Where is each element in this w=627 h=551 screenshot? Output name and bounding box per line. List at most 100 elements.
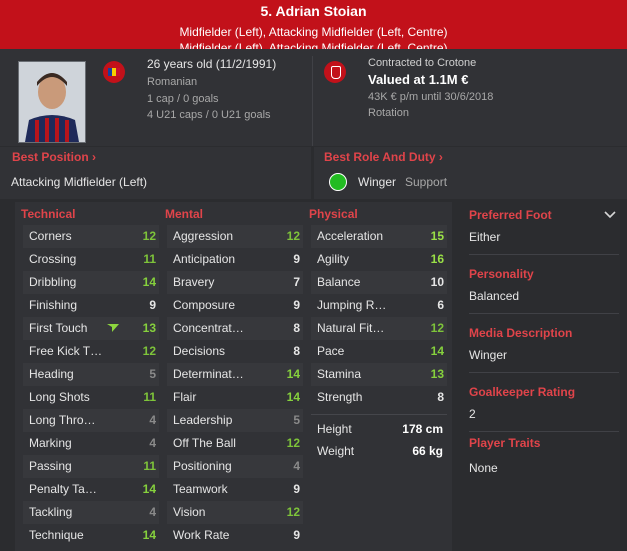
attribute-name: Aggression <box>173 229 234 243</box>
physical-heading: Physical <box>309 207 358 221</box>
personality-label: Personality <box>469 267 534 281</box>
romania-flag-icon[interactable] <box>103 61 125 83</box>
attribute-name: Long Thro… <box>29 413 96 427</box>
technical-attribute-row[interactable]: Long Thro… 4 <box>23 409 159 432</box>
physical-attribute-row[interactable]: Pace 14 <box>311 340 447 363</box>
mental-attribute-row[interactable]: Leadership 5 <box>167 409 303 432</box>
technical-attribute-row[interactable]: Passing 11 <box>23 455 159 478</box>
attribute-value: 12 <box>286 436 300 450</box>
technical-attribute-row[interactable]: Corners 12 <box>23 225 159 248</box>
attribute-value: 7 <box>293 275 300 289</box>
preferred-foot-label: Preferred Foot <box>469 208 552 222</box>
panel-divider <box>312 56 313 146</box>
attribute-name: Dribbling <box>29 275 77 289</box>
attribute-name: Long Shots <box>29 390 90 404</box>
attribute-name: Penalty Ta… <box>29 482 97 496</box>
technical-attribute-row[interactable]: Marking 4 <box>23 432 159 455</box>
weight-label: Weight <box>317 444 355 458</box>
side-divider <box>469 254 619 255</box>
goalkeeper-rating-label: Goalkeeper Rating <box>469 385 576 399</box>
physical-attribute-row[interactable]: Acceleration 15 <box>311 225 447 248</box>
mental-attribute-row[interactable]: Off The Ball 12 <box>167 432 303 455</box>
mental-attribute-row[interactable]: Vision 12 <box>167 501 303 524</box>
attribute-value: 4 <box>149 436 156 450</box>
technical-attribute-row[interactable]: Crossing 11 <box>23 248 159 271</box>
media-description-label: Media Description <box>469 326 573 340</box>
technical-attribute-row[interactable]: Penalty Ta… 14 <box>23 478 159 501</box>
physical-attribute-row[interactable]: Agility 16 <box>311 248 447 271</box>
attribute-name: Leadership <box>173 413 233 427</box>
attribute-name: Pace <box>317 344 345 358</box>
attribute-name: Bravery <box>173 275 215 289</box>
technical-attribute-row[interactable]: Technique 14 <box>23 524 159 547</box>
mental-heading: Mental <box>165 207 204 221</box>
technical-attribute-row[interactable]: Dribbling 14 <box>23 271 159 294</box>
attribute-name: Positioning <box>173 459 232 473</box>
player-traits-value: None <box>469 461 498 475</box>
mental-attribute-row[interactable]: Teamwork 9 <box>167 478 303 501</box>
attribute-value: 5 <box>293 413 300 427</box>
mental-attribute-row[interactable]: Anticipation 9 <box>167 248 303 271</box>
technical-attribute-row[interactable]: Free Kick T… 12 <box>23 340 159 363</box>
physical-attribute-row[interactable]: Jumping R… 6 <box>311 294 447 317</box>
attribute-name: Technique <box>29 528 84 542</box>
attribute-value: 9 <box>149 298 156 312</box>
attribute-value: 9 <box>293 252 300 266</box>
attribute-value: 16 <box>430 252 444 266</box>
mental-attribute-row[interactable]: Determinat… 14 <box>167 363 303 386</box>
attribute-value: 8 <box>293 321 300 335</box>
player-age: 26 years old (11/2/1991) <box>147 57 277 71</box>
player-info-sidebar: Preferred Foot Either Personality Balanc… <box>458 202 627 551</box>
physical-attribute-row[interactable]: Natural Fit… 12 <box>311 317 447 340</box>
contract-club[interactable]: Contracted to Crotone <box>368 57 476 69</box>
attribute-value: 14 <box>430 344 444 358</box>
physical-attribute-row[interactable]: Stamina 13 <box>311 363 447 386</box>
chevron-down-icon[interactable] <box>604 210 616 220</box>
technical-attribute-row[interactable]: Long Shots 11 <box>23 386 159 409</box>
best-role-link[interactable]: Best Role And Duty › <box>324 150 443 164</box>
attribute-name: Passing <box>29 459 72 473</box>
attribute-name: Teamwork <box>173 482 228 496</box>
club-crest-icon[interactable] <box>324 61 346 83</box>
player-positions-overflow: Midfielder (Left), Attacking Midfielder … <box>179 41 448 49</box>
mental-attribute-row[interactable]: Composure 9 <box>167 294 303 317</box>
attribute-name: Acceleration <box>317 229 384 243</box>
contract-wage: 43K € p/m until 30/6/2018 <box>368 91 494 103</box>
attribute-name: Tackling <box>29 505 73 519</box>
attribute-name: Natural Fit… <box>317 321 385 335</box>
mental-attribute-row[interactable]: Bravery 7 <box>167 271 303 294</box>
player-header: 5. Adrian Stoian Midfielder (Left), Atta… <box>0 0 627 49</box>
arrow-up-icon <box>107 324 119 332</box>
attribute-value: 9 <box>293 528 300 542</box>
attribute-value: 13 <box>142 321 156 335</box>
player-photo <box>18 61 86 143</box>
best-position-value: Attacking Midfielder (Left) <box>11 175 148 189</box>
player-nationality[interactable]: Romanian <box>147 76 197 88</box>
technical-attribute-row[interactable]: Finishing 9 <box>23 294 159 317</box>
squad-status: Rotation <box>368 107 409 119</box>
mental-attribute-row[interactable]: Flair 14 <box>167 386 303 409</box>
attribute-name: Jumping R… <box>317 298 387 312</box>
attribute-value: 15 <box>430 229 444 243</box>
physical-attribute-row[interactable]: Strength 8 <box>311 386 447 409</box>
mental-attribute-row[interactable]: Aggression 12 <box>167 225 303 248</box>
mental-attribute-row[interactable]: Positioning 4 <box>167 455 303 478</box>
mental-attribute-row[interactable]: Concentrat… 8 <box>167 317 303 340</box>
technical-attribute-row[interactable]: Tackling 4 <box>23 501 159 524</box>
attribute-value: 5 <box>149 367 156 381</box>
attribute-value: 14 <box>142 275 156 289</box>
physical-attribute-row[interactable]: Balance 10 <box>311 271 447 294</box>
best-position-link[interactable]: Best Position › <box>12 150 96 164</box>
attributes-panel: Technical Mental Physical Corners 12 Cross… <box>15 202 452 551</box>
attribute-name: Heading <box>29 367 74 381</box>
attribute-value: 12 <box>142 229 156 243</box>
attribute-name: Anticipation <box>173 252 236 266</box>
mental-attribute-row[interactable]: Decisions 8 <box>167 340 303 363</box>
mental-attribute-row[interactable]: Work Rate 9 <box>167 524 303 547</box>
physical-divider <box>311 414 447 415</box>
height-row: Height 178 cm <box>311 418 447 440</box>
attribute-name: Free Kick T… <box>29 344 103 358</box>
technical-attribute-row[interactable]: First Touch 13 <box>23 317 159 340</box>
attribute-name: Composure <box>173 298 236 312</box>
technical-attribute-row[interactable]: Heading 5 <box>23 363 159 386</box>
